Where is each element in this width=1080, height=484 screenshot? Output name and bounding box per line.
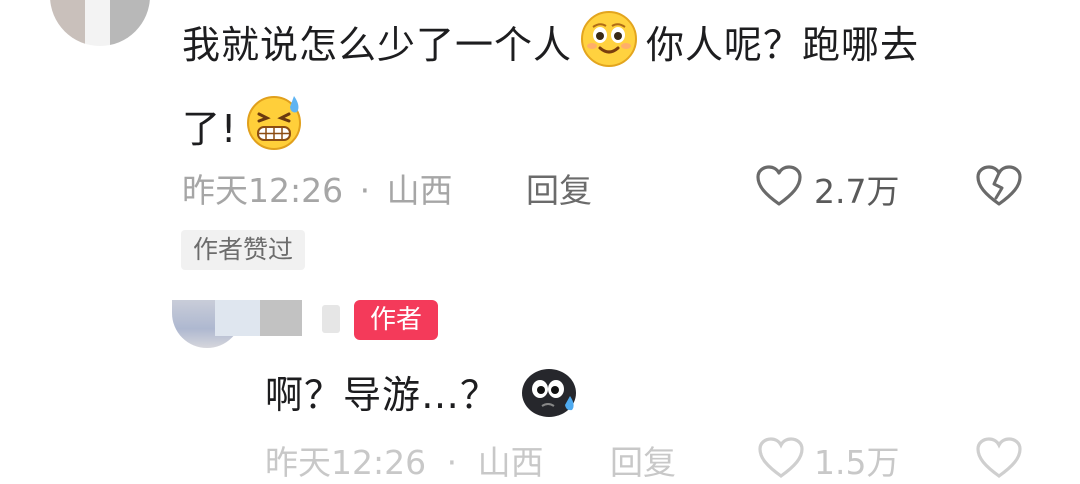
heart-icon [758, 437, 804, 478]
author-badge: 作者 [354, 300, 438, 340]
commenter-avatar[interactable] [50, 0, 150, 46]
comment-text: 我就说怎么少了一个人 你人呢？跑哪去 了! [182, 8, 1042, 176]
reply-location: 山西 [477, 443, 544, 482]
reply-meta-partial: 昨天12:26 · 山西 [265, 443, 544, 482]
reply-dislike-button[interactable] [975, 436, 1023, 484]
reply-username-blurred[interactable] [215, 300, 260, 336]
author-liked-badge: 作者赞过 [181, 230, 306, 270]
dark-sweat-face-emoji-icon [520, 362, 580, 439]
like-button[interactable] [755, 164, 803, 212]
like-count: 2.7万 [814, 172, 900, 211]
reply-username-blurred-2 [260, 300, 302, 336]
comment-meta: 昨天12:26 · 山西 [182, 164, 453, 212]
reply-text: 啊？导游…？ [265, 362, 588, 439]
reply-like-count: 1.5万 [814, 443, 900, 482]
comment-location: 山西 [386, 171, 453, 210]
reply-reply-button[interactable]: 回复 [610, 436, 676, 484]
reply-time: 昨天12:26 [265, 443, 427, 482]
comment-text-part3: 了! [182, 107, 238, 151]
reply-username-blurred-3 [322, 305, 340, 333]
dislike-button[interactable] [975, 164, 1023, 212]
comment-time: 昨天12:26 [182, 171, 344, 210]
reply-like-button[interactable] [757, 436, 805, 484]
meta-separator: · [359, 171, 371, 210]
comment-text-part2: 你人呢？跑哪去 [646, 23, 920, 67]
reply-button[interactable]: 回复 [526, 164, 592, 212]
broken-heart-icon [976, 437, 1022, 478]
broken-heart-icon [976, 165, 1022, 206]
comment-text-part1: 我就说怎么少了一个人 [182, 23, 573, 67]
heart-icon [756, 165, 802, 206]
reply-text-content: 啊？导游…？ [265, 373, 500, 417]
smiling-face-emoji-icon [580, 10, 638, 92]
